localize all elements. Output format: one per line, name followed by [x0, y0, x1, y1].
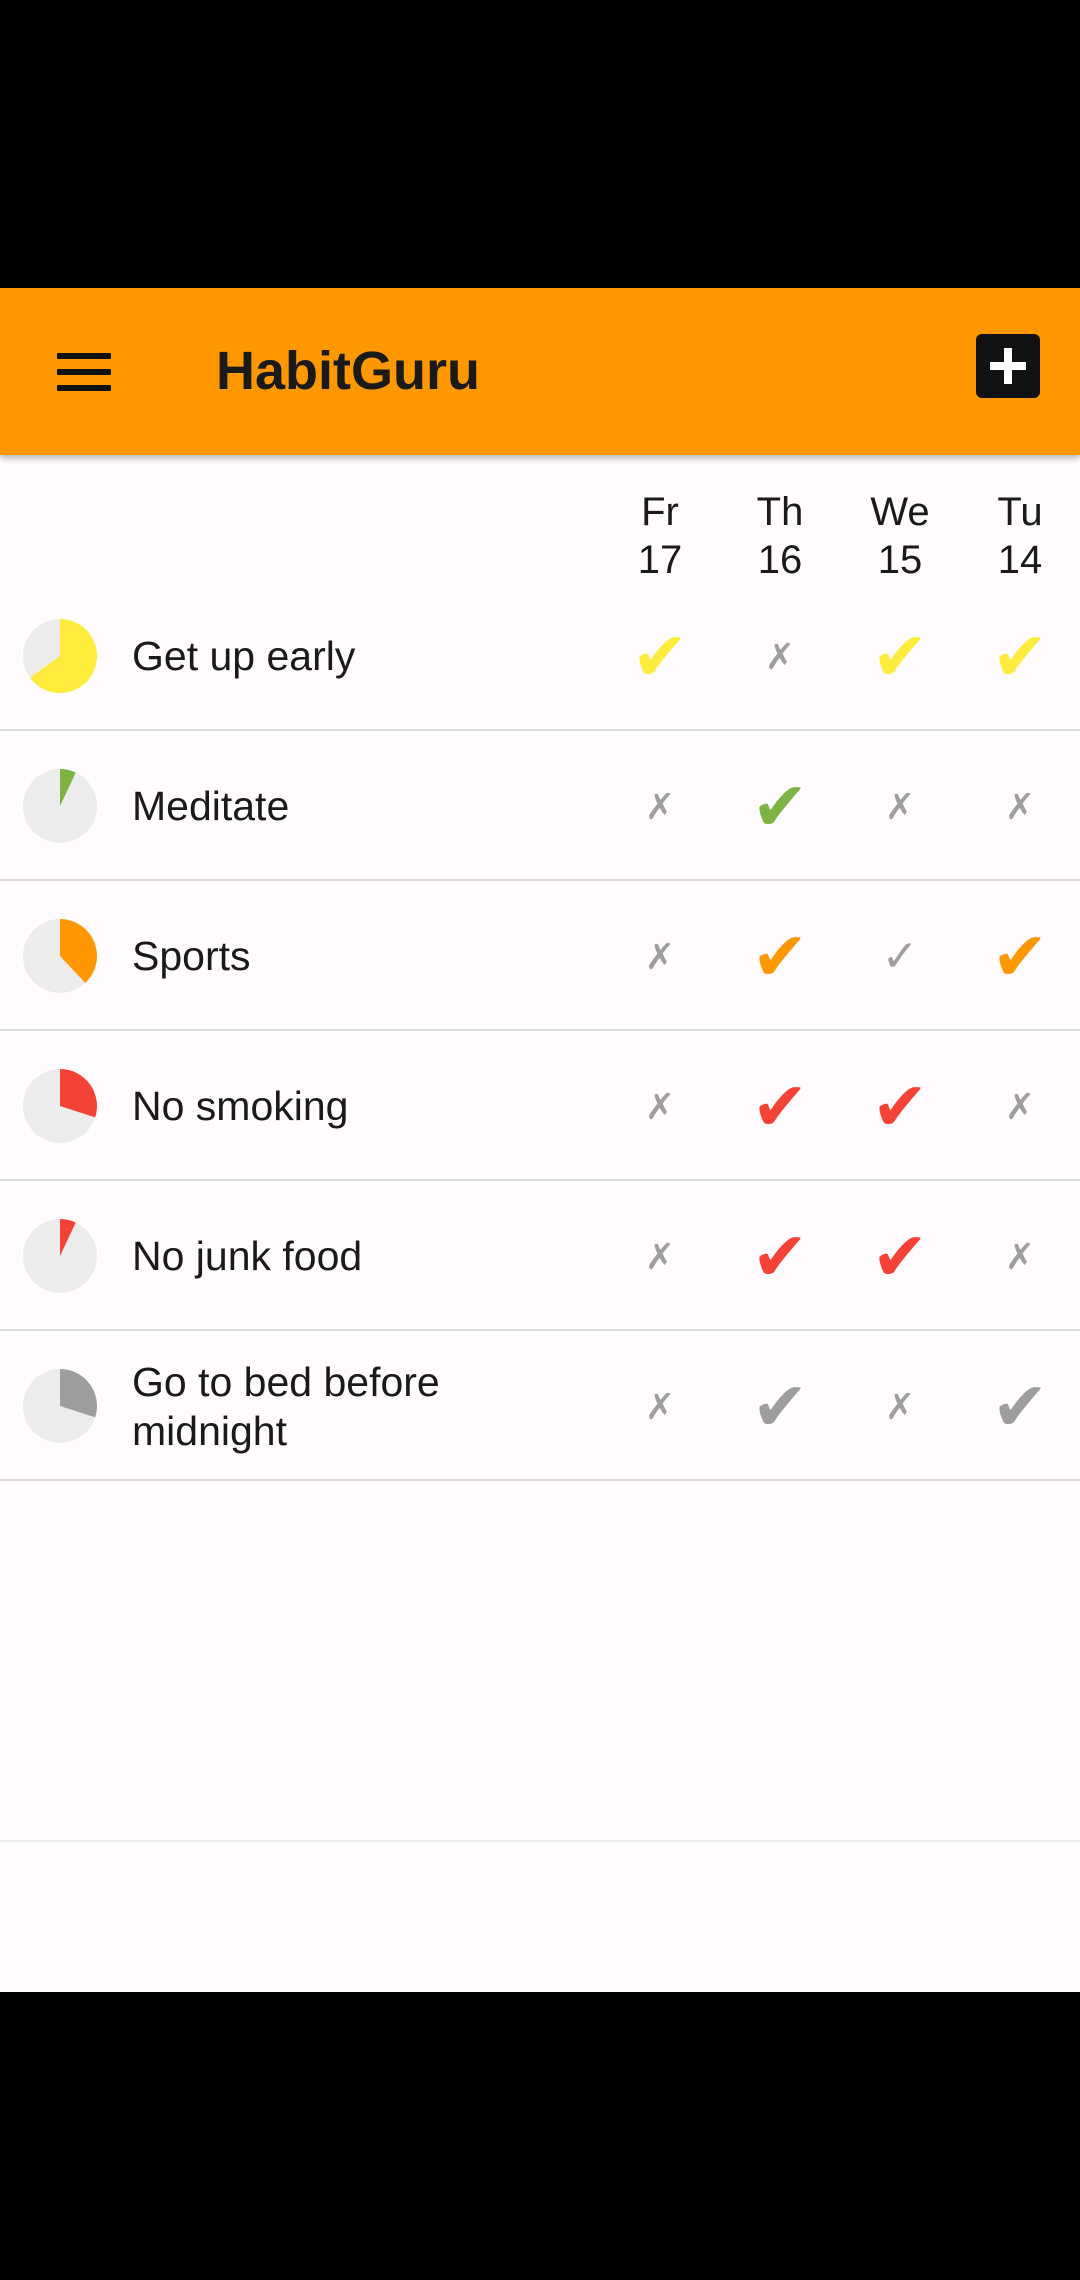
check-icon: ✔ — [751, 1068, 809, 1145]
day-column-header: Th 16 — [725, 488, 835, 584]
check-icon: ✔ — [871, 618, 929, 695]
day-weekday: We — [870, 490, 930, 534]
cross-icon: ✗ — [644, 1085, 676, 1127]
habit-progress-pie-icon — [23, 1219, 97, 1293]
cross-icon: ✗ — [644, 1385, 676, 1427]
done-check-icon[interactable]: ✔ — [965, 582, 1075, 731]
habit-name: Go to bed before midnight — [132, 1358, 440, 1454]
habit-row[interactable]: Go to bed before midnight ✗ ✔ ✗ ✔ — [0, 1332, 1080, 1481]
skipped-check-icon[interactable]: ✓ — [845, 882, 955, 1031]
not-done-cross-icon[interactable]: ✗ — [845, 732, 955, 881]
app-title: HabitGuru — [216, 341, 480, 401]
day-column-header: Tu 14 — [965, 488, 1075, 584]
menu-line — [57, 369, 111, 375]
not-done-cross-icon[interactable]: ✗ — [965, 732, 1075, 881]
habit-app: HabitGuru Fr 17 Th 16 We 15 Tu 14 Get up early ✔… — [0, 288, 1080, 1992]
menu-line — [57, 353, 111, 359]
not-done-cross-icon[interactable]: ✗ — [605, 882, 715, 1031]
done-check-icon[interactable]: ✔ — [725, 1332, 835, 1481]
habit-name: Meditate — [132, 783, 290, 829]
done-check-icon[interactable]: ✔ — [725, 732, 835, 881]
day-column-header: Fr 17 — [605, 488, 715, 584]
add-icon — [990, 348, 1026, 384]
habit-row[interactable]: No smoking ✗ ✔ ✔ ✗ — [0, 1032, 1080, 1181]
day-weekday: Tu — [997, 490, 1043, 534]
check-icon: ✔ — [991, 1368, 1049, 1445]
cross-icon: ✗ — [1004, 785, 1036, 827]
habit-progress-pie-icon — [23, 619, 97, 693]
cross-icon: ✗ — [764, 635, 796, 677]
cross-icon: ✗ — [884, 785, 916, 827]
habit-row[interactable]: Get up early ✔ ✗ ✔ ✔ — [0, 582, 1080, 731]
day-weekday: Th — [756, 490, 804, 534]
cross-icon: ✗ — [884, 1385, 916, 1427]
habit-name: No smoking — [132, 1083, 349, 1129]
habit-progress-pie-icon — [23, 769, 97, 843]
not-done-cross-icon[interactable]: ✗ — [605, 1032, 715, 1181]
check-icon: ✔ — [871, 1218, 929, 1295]
habit-row[interactable]: Meditate ✗ ✔ ✗ ✗ — [0, 732, 1080, 881]
day-date: 17 — [637, 538, 683, 582]
cross-icon: ✗ — [1004, 1085, 1036, 1127]
check-icon: ✔ — [871, 1068, 929, 1145]
check-icon: ✔ — [751, 918, 809, 995]
not-done-cross-icon[interactable]: ✗ — [725, 582, 835, 731]
habit-progress-pie-icon — [23, 1069, 97, 1143]
habit-name: No junk food — [132, 1233, 363, 1279]
done-check-icon[interactable]: ✔ — [725, 1032, 835, 1181]
cross-icon: ✗ — [644, 1235, 676, 1277]
habit-progress-pie-icon — [23, 1369, 97, 1443]
cross-icon: ✗ — [644, 935, 676, 977]
check-icon: ✓ — [881, 931, 919, 981]
done-check-icon[interactable]: ✔ — [605, 582, 715, 731]
done-check-icon[interactable]: ✔ — [845, 1032, 955, 1181]
not-done-cross-icon[interactable]: ✗ — [965, 1182, 1075, 1331]
check-icon: ✔ — [751, 1218, 809, 1295]
day-date: 14 — [997, 538, 1043, 582]
day-date: 15 — [877, 538, 923, 582]
hamburger-menu-icon[interactable] — [40, 328, 128, 416]
check-icon: ✔ — [751, 1368, 809, 1445]
habit-progress-pie-icon — [23, 919, 97, 993]
check-icon: ✔ — [991, 618, 1049, 695]
check-icon: ✔ — [991, 918, 1049, 995]
habit-name: Sports — [132, 933, 251, 979]
day-weekday: Fr — [641, 490, 679, 534]
check-icon: ✔ — [631, 618, 689, 695]
check-icon: ✔ — [751, 768, 809, 845]
habit-name: Get up early — [132, 633, 356, 679]
habit-row[interactable]: Sports ✗ ✔ ✓ ✔ — [0, 882, 1080, 1031]
done-check-icon[interactable]: ✔ — [965, 882, 1075, 1031]
done-check-icon[interactable]: ✔ — [725, 1182, 835, 1331]
habit-row[interactable]: No junk food ✗ ✔ ✔ ✗ — [0, 1182, 1080, 1331]
done-check-icon[interactable]: ✔ — [845, 1182, 955, 1331]
done-check-icon[interactable]: ✔ — [845, 582, 955, 731]
not-done-cross-icon[interactable]: ✗ — [605, 732, 715, 881]
not-done-cross-icon[interactable]: ✗ — [965, 1032, 1075, 1181]
phone-screen: HabitGuru Fr 17 Th 16 We 15 Tu 14 Get up early ✔… — [0, 0, 1080, 2280]
not-done-cross-icon[interactable]: ✗ — [605, 1332, 715, 1481]
done-check-icon[interactable]: ✔ — [965, 1332, 1075, 1481]
day-column-header: We 15 — [845, 488, 955, 584]
add-habit-button[interactable] — [976, 334, 1040, 398]
menu-line — [57, 385, 111, 391]
app-bar: HabitGuru — [0, 288, 1080, 455]
not-done-cross-icon[interactable]: ✗ — [605, 1182, 715, 1331]
cross-icon: ✗ — [1004, 1235, 1036, 1277]
day-date: 16 — [757, 538, 803, 582]
done-check-icon[interactable]: ✔ — [725, 882, 835, 1031]
cross-icon: ✗ — [644, 785, 676, 827]
not-done-cross-icon[interactable]: ✗ — [845, 1332, 955, 1481]
divider — [0, 1840, 1080, 1842]
